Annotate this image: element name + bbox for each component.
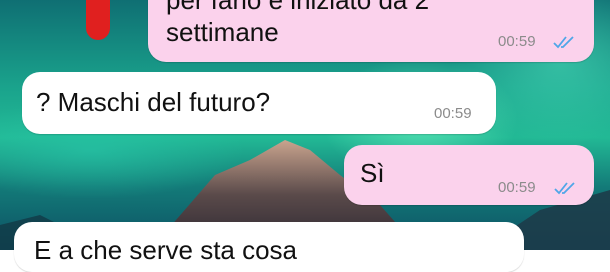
message-text-line: settimane — [166, 17, 279, 47]
message-timestamp: 00:59 — [498, 179, 536, 196]
message-text: ? Maschi del futuro? — [36, 87, 271, 117]
message-bubble-incoming[interactable]: E a che serve sta cosa — [14, 222, 524, 272]
red-decoration — [86, 0, 110, 40]
message-text: Sì — [360, 158, 385, 188]
message-bubble-outgoing[interactable]: Sì 00:59 — [344, 145, 594, 205]
message-text: E a che serve sta cosa — [34, 235, 298, 265]
message-bubble-incoming[interactable]: ? Maschi del futuro? 00:59 — [22, 72, 496, 134]
double-check-read-icon — [553, 36, 574, 49]
message-timestamp: 00:59 — [498, 33, 536, 50]
message-text-line: per farlo è iniziato da 2 — [166, 0, 430, 15]
message-timestamp: 00:59 — [434, 105, 472, 122]
double-check-read-icon — [554, 182, 575, 195]
message-bubble-outgoing[interactable]: per farlo è iniziato da 2 settimane 00:5… — [148, 0, 594, 62]
